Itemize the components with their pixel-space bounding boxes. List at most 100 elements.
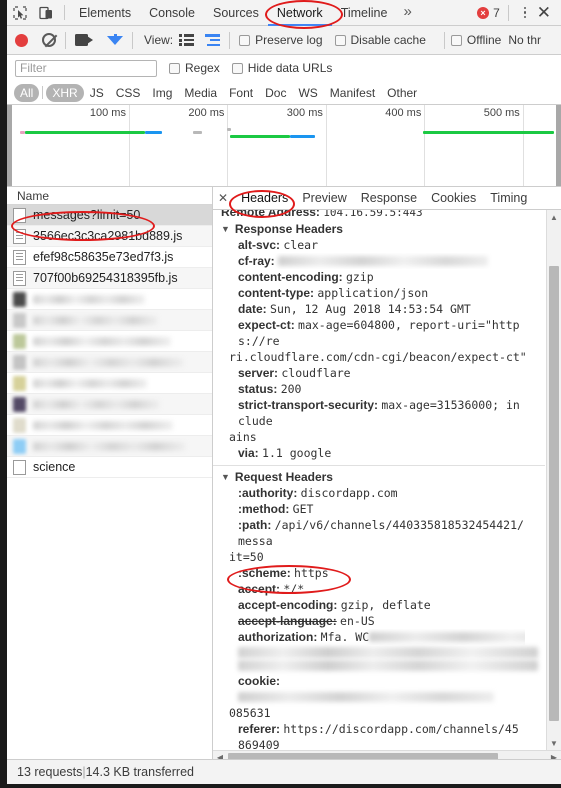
type-filter-media[interactable]: Media: [178, 84, 223, 102]
table-row[interactable]: [7, 436, 212, 457]
request-name: 707f00b69254318395fb.js: [33, 271, 178, 285]
table-row[interactable]: [7, 394, 212, 415]
tab-headers[interactable]: Headers: [234, 191, 295, 205]
table-row[interactable]: science: [7, 457, 212, 478]
redacted-header-line: [238, 660, 538, 671]
request-headers-title[interactable]: ▼ Request Headers: [221, 470, 525, 484]
document-icon: [13, 459, 26, 475]
tab-timeline[interactable]: Timeline: [332, 0, 397, 26]
column-header-name[interactable]: Name: [7, 187, 212, 205]
checkbox-box[interactable]: [450, 34, 462, 46]
checkbox-box[interactable]: [239, 34, 251, 46]
type-filter-img[interactable]: Img: [146, 84, 178, 102]
redacted-header-value: [238, 692, 494, 702]
kebab-menu-icon[interactable]: [517, 6, 533, 19]
hide-data-urls-checkbox[interactable]: Hide data URLs: [231, 61, 332, 75]
close-icon[interactable]: ✕: [533, 4, 555, 21]
response-headers-label: Response Headers: [234, 222, 343, 236]
table-row[interactable]: [7, 289, 212, 310]
network-status-bar: 13 requests | 14.3 KB transferred: [7, 759, 561, 784]
table-row[interactable]: [7, 373, 212, 394]
inspect-cursor-icon[interactable]: [7, 1, 33, 25]
tab-response[interactable]: Response: [354, 191, 424, 205]
toolbar-divider: [443, 31, 445, 49]
header-key: via:: [238, 446, 259, 460]
tab-timing[interactable]: Timing: [483, 191, 534, 205]
table-row[interactable]: [7, 310, 212, 331]
table-row[interactable]: messages?limit=50: [7, 205, 212, 226]
type-filter-manifest[interactable]: Manifest: [324, 84, 381, 102]
redacted-request-name: [33, 441, 186, 451]
network-toolbar: View: Preserve log Disable cache Offline…: [7, 26, 561, 55]
header-key: status:: [238, 382, 278, 396]
table-row[interactable]: efef98c58635e73ed7f3.js: [7, 247, 212, 268]
script-icon: [13, 249, 26, 265]
overview-request-bar: [422, 131, 555, 134]
header-value: en-US: [340, 614, 375, 628]
tab-elements[interactable]: Elements: [70, 0, 140, 26]
redacted-request-name: [33, 336, 171, 346]
device-toolbar-icon[interactable]: [33, 1, 59, 25]
type-filter-font[interactable]: Font: [223, 84, 259, 102]
overview-request-bar: [25, 131, 146, 134]
table-row[interactable]: [7, 331, 212, 352]
table-row[interactable]: 3566ec3c3ca2981bd889.js: [7, 226, 212, 247]
header-row: accept-encoding: gzip, deflate: [221, 597, 525, 613]
tab-console[interactable]: Console: [140, 0, 204, 26]
image-icon: [13, 417, 26, 433]
table-row[interactable]: [7, 415, 212, 436]
network-overview[interactable]: 100 ms 200 ms 300 ms 400 ms 500 ms: [7, 105, 561, 187]
waterfall-view-icon[interactable]: [204, 34, 221, 46]
checkbox-box[interactable]: [169, 62, 180, 74]
camera-icon[interactable]: [75, 34, 93, 46]
redacted-request-name: [33, 357, 184, 367]
header-row: referer: https://discordapp.com/channels…: [221, 721, 525, 750]
header-row: cookie:: [221, 673, 525, 705]
record-button-icon[interactable]: [15, 33, 28, 47]
type-filter-other[interactable]: Other: [381, 84, 423, 102]
type-filter-xhr[interactable]: XHR: [46, 83, 84, 102]
overview-right-handle[interactable]: [556, 105, 561, 186]
request-name: efef98c58635e73ed7f3.js: [33, 250, 174, 264]
type-filter-css[interactable]: CSS: [110, 84, 147, 102]
tab-network[interactable]: Network: [267, 0, 332, 26]
redacted-request-name: [33, 420, 173, 430]
header-row: content-type: application/json: [221, 285, 525, 301]
header-value-continued: 085631: [221, 705, 525, 721]
offline-checkbox[interactable]: Offline: [450, 33, 501, 47]
list-view-icon[interactable]: [179, 34, 195, 46]
response-headers-list: alt-svc: clear cf-ray: content-encoding: …: [221, 237, 525, 461]
regex-checkbox[interactable]: Regex: [169, 61, 220, 75]
type-filter-all[interactable]: All: [14, 83, 40, 102]
header-row: accept: */*: [221, 581, 525, 597]
table-row[interactable]: 707f00b69254318395fb.js: [7, 268, 212, 289]
disable-cache-checkbox[interactable]: Disable cache: [334, 33, 426, 47]
more-tabs-icon[interactable]: »: [396, 0, 418, 26]
filter-input[interactable]: [15, 59, 157, 77]
preserve-log-checkbox[interactable]: Preserve log: [239, 33, 323, 47]
table-row[interactable]: [7, 352, 212, 373]
tab-preview[interactable]: Preview: [295, 191, 353, 205]
image-icon: [13, 438, 26, 454]
close-panel-icon[interactable]: ✕: [218, 192, 228, 204]
tab-cookies[interactable]: Cookies: [424, 191, 483, 205]
throttling-select[interactable]: No thr: [508, 33, 541, 47]
details-vertical-scrollbar[interactable]: ▲ ▼: [546, 210, 561, 750]
checkbox-box[interactable]: [334, 34, 346, 46]
checkbox-box[interactable]: [231, 62, 243, 74]
vertical-scroll-thumb[interactable]: [549, 266, 559, 721]
tab-sources[interactable]: Sources: [204, 0, 268, 26]
error-count-indicator[interactable]: × 7: [477, 6, 500, 20]
header-row: content-encoding: gzip: [221, 269, 525, 285]
header-row: :path: /api/v6/channels/4403358185324544…: [221, 517, 525, 549]
transferred-size: 14.3 KB transferred: [85, 765, 194, 779]
type-filter-doc[interactable]: Doc: [259, 84, 292, 102]
type-filter-js[interactable]: JS: [84, 84, 110, 102]
clear-icon[interactable]: [42, 33, 56, 47]
response-headers-title[interactable]: ▼ Response Headers: [221, 222, 525, 236]
scroll-up-icon[interactable]: ▲: [547, 210, 561, 224]
type-filter-ws[interactable]: WS: [292, 84, 323, 102]
resource-type-filters: All XHR JS CSS Img Media Font Doc WS Man…: [7, 81, 561, 105]
funnel-filter-icon[interactable]: [107, 33, 123, 45]
scroll-down-icon[interactable]: ▼: [547, 736, 561, 750]
